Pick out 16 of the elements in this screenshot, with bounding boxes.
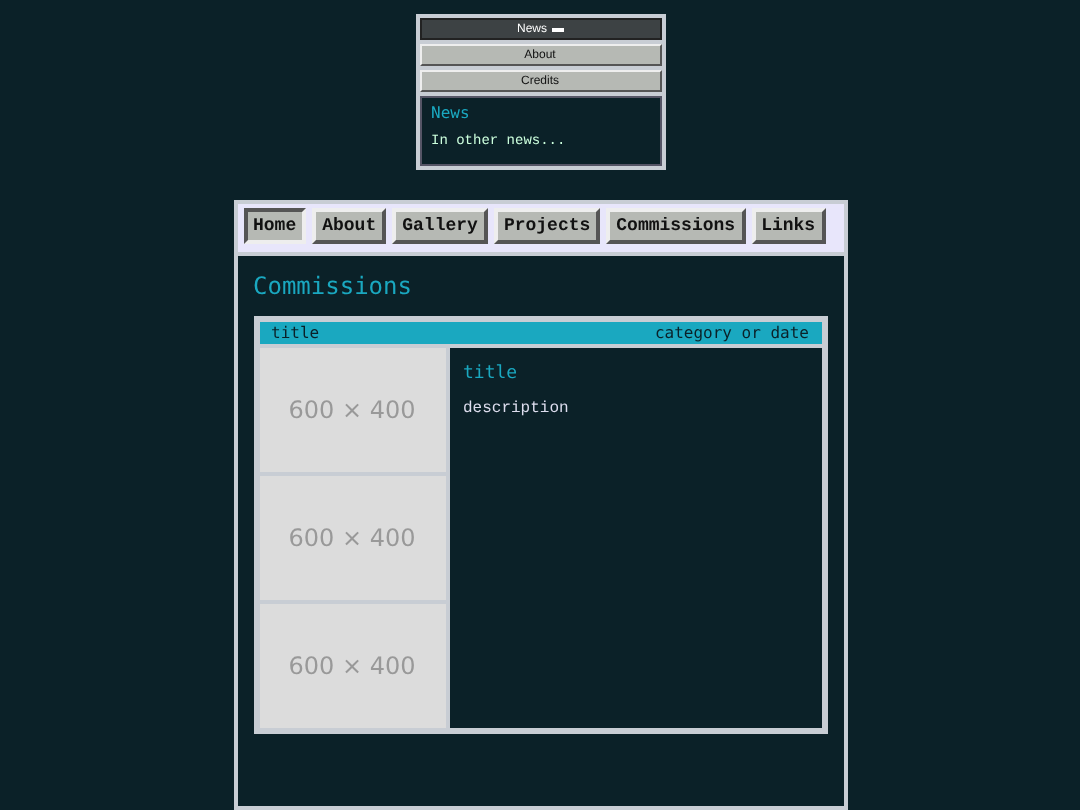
nav-tab[interactable]: Commissions <box>606 208 746 244</box>
nav-tab[interactable]: Projects <box>493 208 601 244</box>
card-description: description <box>463 400 571 418</box>
card-header-title: title <box>271 324 320 342</box>
panel-heading: News <box>431 104 472 122</box>
placeholder-image: 600 × 400 <box>259 604 445 728</box>
page-heading: Commissions <box>253 272 414 300</box>
nav-tab[interactable]: Home <box>243 208 307 244</box>
nav-tab[interactable]: About <box>312 208 387 244</box>
nav-tab[interactable]: Gallery <box>392 208 488 244</box>
nav-tab[interactable]: Links <box>751 208 826 244</box>
dash-icon <box>551 27 563 31</box>
placeholder-image: 600 × 400 <box>259 476 445 600</box>
card-title: title <box>463 364 520 384</box>
card-header-meta: category or date <box>654 324 809 342</box>
placeholder-image: 600 × 400 <box>259 348 445 472</box>
